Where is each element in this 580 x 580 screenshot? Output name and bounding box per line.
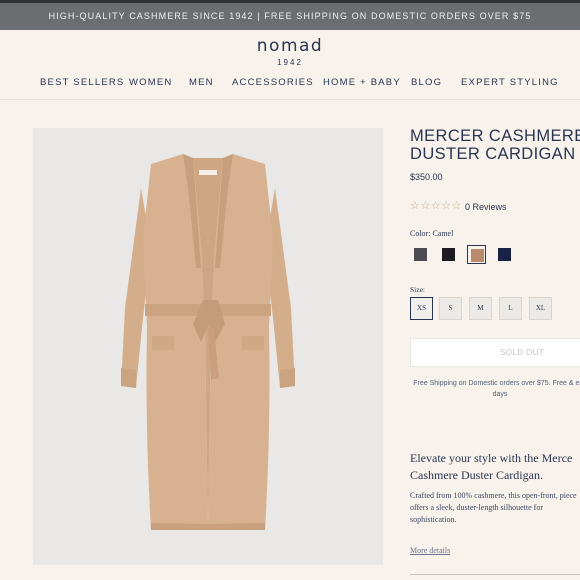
brand-year: 1942	[277, 58, 303, 67]
brand-logo[interactable]: nomad 1942	[0, 36, 580, 67]
more-details-link[interactable]: More details	[410, 546, 450, 555]
size-option-xs[interactable]: XS	[410, 297, 433, 320]
swatch-black[interactable]	[439, 245, 458, 264]
size-label: Size:	[410, 285, 425, 294]
nav-item-women[interactable]: WOMEN	[129, 77, 172, 88]
nav-item-home-baby[interactable]: HOME + BABY	[323, 77, 401, 88]
review-count[interactable]: 0 Reviews	[465, 202, 507, 212]
size-option-l[interactable]: L	[499, 297, 522, 320]
color-label: Color: Camel	[410, 229, 454, 238]
size-option-s[interactable]: S	[439, 297, 462, 320]
right-cuff	[280, 368, 295, 388]
nav-item-accessories[interactable]: ACCESSORIES	[232, 77, 314, 88]
details-divider	[410, 574, 580, 575]
size-option-m[interactable]: M	[469, 297, 492, 320]
left-pocket	[152, 336, 174, 350]
swatch-charcoal[interactable]	[411, 245, 430, 264]
right-pocket	[242, 336, 264, 350]
nav-item-blog[interactable]: BLOG	[411, 77, 442, 88]
nav-item-best-sellers[interactable]: BEST SELLERS	[40, 77, 124, 88]
rating-stars[interactable]: ☆☆☆☆☆	[410, 199, 462, 212]
product-image[interactable]	[33, 128, 383, 565]
shipping-note: Free Shipping on Domestic orders over $7…	[413, 380, 580, 398]
size-option-xl[interactable]: XL	[529, 297, 552, 320]
left-cuff	[121, 368, 136, 388]
product-description: Crafted from 100% cashmere, this open-fr…	[410, 491, 577, 524]
product-headline: Elevate your style with the Merce Cashme…	[410, 451, 573, 482]
announcement-bar: HIGH-QUALITY CASHMERE SINCE 1942 | FREE …	[0, 0, 580, 30]
nav-item-expert-styling[interactable]: EXPERT STYLING	[461, 77, 559, 88]
header-divider	[0, 99, 580, 100]
announcement-text: HIGH-QUALITY CASHMERE SINCE 1942 | FREE …	[48, 11, 532, 21]
nav-item-men[interactable]: MEN	[189, 77, 214, 88]
product-title: MERCER CASHMERE DUSTER CARDIGAN	[410, 127, 580, 163]
swatch-navy[interactable]	[495, 245, 514, 264]
garment-tag	[199, 170, 217, 175]
sold-out-button[interactable]: SOLD OUT	[410, 338, 580, 367]
main-nav: BEST SELLERS WOMEN MEN ACCESSORIES HOME …	[0, 77, 580, 91]
brand-wordmark: nomad	[256, 36, 324, 56]
swatch-camel[interactable]	[467, 245, 486, 264]
product-price: $350.00	[410, 172, 443, 182]
hem	[151, 523, 265, 530]
cardigan-illustration	[121, 154, 295, 530]
